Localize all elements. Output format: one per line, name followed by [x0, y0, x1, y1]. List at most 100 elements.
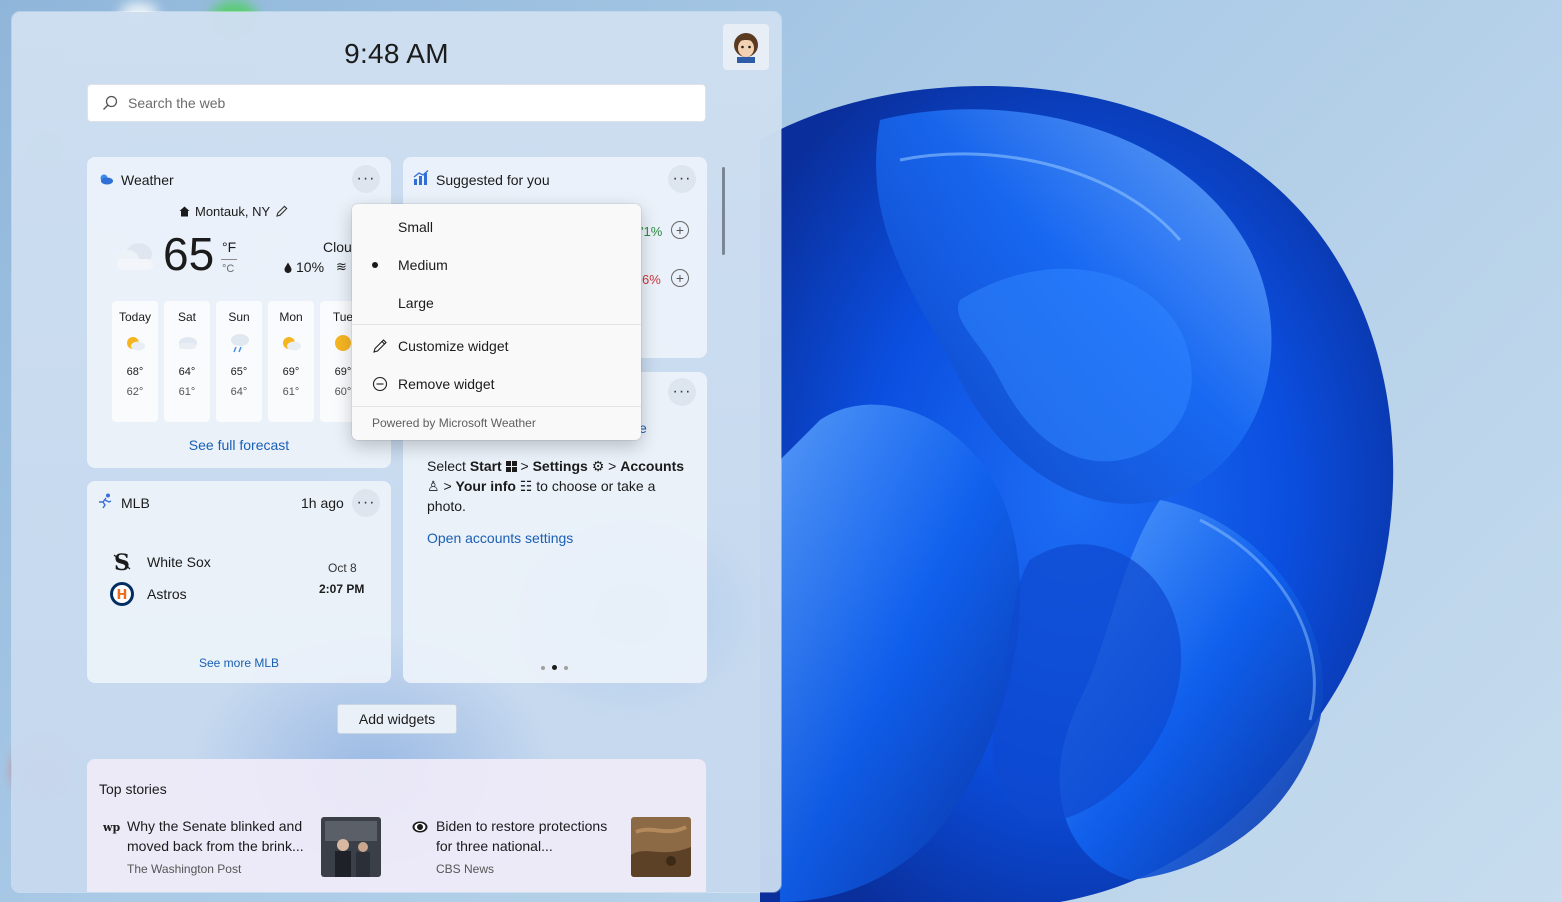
menu-size-small-label: Small [398, 219, 434, 235]
menu-remove-label: Remove widget [398, 376, 495, 392]
unit-divider [221, 259, 237, 260]
tips-text-select: Select [427, 458, 470, 474]
panel-scrollbar[interactable] [722, 167, 725, 255]
menu-customize-widget[interactable]: Customize widget [352, 329, 641, 363]
weather-app-icon [100, 174, 113, 185]
mlb-updated-time: 1h ago [301, 495, 344, 511]
remove-circle-icon [371, 375, 389, 393]
unit-celsius[interactable]: °C [222, 263, 234, 275]
finance-chart-icon [413, 170, 429, 185]
tips-your-info-label: Your info [455, 478, 516, 494]
suggested-more-options-button[interactable]: ··· [668, 165, 696, 193]
weather-location-label: Montauk, NY [195, 204, 271, 219]
page-dot[interactable] [541, 666, 545, 670]
add-stock-button[interactable]: + [671, 221, 689, 239]
mlb-title: MLB [121, 495, 150, 511]
see-more-mlb-link[interactable]: See more MLB [87, 656, 391, 670]
rain-icon [231, 334, 249, 353]
selected-bullet-icon [371, 256, 389, 274]
forecast-day-name: Sun [228, 310, 250, 324]
game-time: 2:07 PM [319, 582, 365, 596]
page-dot[interactable] [564, 666, 568, 670]
forecast-low: 64° [230, 386, 248, 398]
tips-more-options-button[interactable]: ··· [668, 378, 696, 406]
forecast-low: 61° [282, 386, 300, 398]
astros-logo: H [110, 582, 134, 606]
precipitation: 10% ≋ [284, 259, 347, 275]
team-name: White Sox [147, 554, 211, 570]
search-box[interactable]: Search the web [87, 84, 706, 122]
menu-remove-widget[interactable]: Remove widget [352, 367, 641, 401]
top-stories-widget[interactable]: Top stories wp Why the Senate blinked an… [87, 759, 706, 892]
forecast-day[interactable]: Sun 65° 64° [216, 301, 262, 422]
forecast-high: 68° [126, 366, 144, 378]
forecast-day-name: Today [118, 310, 152, 324]
forecast-high: 69° [282, 366, 300, 378]
menu-customize-label: Customize widget [398, 338, 509, 354]
user-avatar[interactable] [723, 24, 769, 70]
team-row[interactable]: H Astros [109, 581, 187, 607]
your-info-icon: ☷ [519, 478, 533, 494]
partly-sunny-icon [127, 337, 145, 351]
story-item[interactable]: wp Why the Senate blinked and moved back… [103, 816, 393, 882]
tips-start-label: Start [469, 458, 502, 474]
avatar-icon [734, 33, 758, 63]
current-temperature: 65 [163, 228, 215, 280]
add-widgets-button[interactable]: Add widgets [337, 704, 457, 734]
story-headline: Biden to restore protections for three n… [436, 818, 608, 854]
story-headline: Why the Senate blinked and moved back fr… [127, 818, 304, 854]
weather-widget[interactable]: Weather ··· Montauk, NY 65 °F °C Clou 10… [87, 157, 391, 468]
mlb-more-options-button[interactable]: ··· [352, 489, 380, 517]
widget-context-menu: Small Medium Large Customize widget Remo… [352, 204, 641, 440]
tips-separator: > [439, 478, 456, 494]
pencil-icon [371, 337, 389, 355]
forecast-day[interactable]: Sat 64° 61° [164, 301, 210, 422]
game-date: Oct 8 [328, 561, 357, 575]
menu-divider [352, 324, 641, 325]
story-thumbnail [631, 817, 691, 877]
search-icon [103, 95, 118, 110]
forecast-day-name: Mon [279, 310, 303, 324]
tips-separator: > [604, 458, 621, 474]
add-stock-button[interactable]: + [671, 269, 689, 287]
see-full-forecast-link[interactable]: See full forecast [87, 437, 391, 453]
forecast-high: 64° [178, 366, 196, 378]
clock-time: 9:48 AM [344, 38, 449, 69]
menu-size-small[interactable]: Small [352, 210, 641, 244]
menu-size-medium[interactable]: Medium [352, 248, 641, 282]
open-accounts-settings-link[interactable]: Open accounts settings [427, 530, 573, 546]
partly-sunny-icon [283, 337, 301, 351]
cloudy-icon [115, 243, 153, 270]
precipitation-value: 10% [296, 259, 325, 275]
team-name: Astros [147, 586, 187, 602]
unit-fahrenheit[interactable]: °F [222, 239, 236, 255]
weather-more-options-button[interactable]: ··· [352, 165, 380, 193]
page-dot-active[interactable] [552, 665, 557, 670]
svg-text:H: H [117, 588, 128, 603]
tips-settings-label: Settings [532, 458, 588, 474]
settings-gear-icon: ⚙ [591, 458, 605, 474]
story-item[interactable]: Biden to restore protections for three n… [412, 816, 702, 882]
forecast-day[interactable]: Today 68° 62° [112, 301, 158, 422]
edit-pencil-icon[interactable] [275, 205, 288, 218]
story-thumbnail [321, 817, 381, 877]
sunny-icon [335, 335, 351, 351]
story-source: The Washington Post [127, 862, 242, 876]
menu-divider [352, 406, 641, 407]
cbs-eye-icon [412, 821, 428, 833]
widgets-panel: 9:48 AM Search the web Weather ··· Monta… [12, 12, 781, 892]
menu-size-large-label: Large [398, 295, 434, 311]
white-sox-logo: S [113, 550, 131, 575]
team-row[interactable]: S White Sox [109, 549, 211, 575]
top-stories-title: Top stories [99, 781, 167, 797]
tips-accounts-label: Accounts [620, 458, 685, 474]
mlb-widget[interactable]: MLB 1h ago ··· S White Sox H Astros Oct … [87, 481, 391, 683]
accounts-person-icon: ♙ [427, 478, 440, 494]
weather-location[interactable]: Montauk, NY [179, 204, 288, 219]
stock-change-value: 6% [642, 272, 661, 287]
forecast-high: 65° [230, 366, 248, 378]
weather-title: Weather [121, 172, 174, 188]
menu-size-large[interactable]: Large [352, 286, 641, 320]
washington-post-icon: wp [103, 821, 121, 834]
forecast-day[interactable]: Mon 69° 61° [268, 301, 314, 422]
